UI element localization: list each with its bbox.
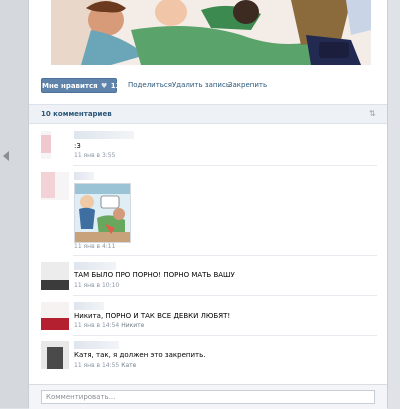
like-count: 13 xyxy=(110,82,121,90)
avatar-shape xyxy=(41,135,51,153)
avatar-shape xyxy=(41,280,69,290)
comic-illustration-icon xyxy=(51,0,371,65)
avatar[interactable] xyxy=(41,131,69,159)
comment-time[interactable]: 11 янв в 14:55 Кате xyxy=(74,362,136,370)
avatar[interactable] xyxy=(41,172,69,200)
comment-time[interactable]: 11 янв в 4:11 xyxy=(74,243,115,251)
comment-timestamp[interactable]: 11 янв в 10:10 xyxy=(74,282,119,289)
comment-item: :3 11 янв в 3:55 xyxy=(41,131,377,166)
divider xyxy=(73,165,377,166)
reply-to-link[interactable]: Никите xyxy=(121,322,144,329)
share-link[interactable]: Поделиться xyxy=(128,78,172,93)
comment-author[interactable] xyxy=(74,172,94,180)
comment-text: ТАМ БЫЛО ПРО ПОРНО! ПОРНО МАТЬ ВАШУ xyxy=(74,271,235,279)
comments-header[interactable]: 10 комментариев ⇅ xyxy=(29,104,387,124)
avatar[interactable] xyxy=(41,341,69,369)
avatar-shape xyxy=(41,302,69,318)
avatar-shape xyxy=(47,347,63,369)
comment-author[interactable] xyxy=(74,302,104,310)
divider xyxy=(73,255,377,256)
comment-timestamp[interactable]: 11 янв в 3:55 xyxy=(74,152,115,159)
like-label: Мне нравится xyxy=(42,82,98,90)
comment-timestamp[interactable]: 11 янв в 4:11 xyxy=(74,243,115,250)
avatar-shape xyxy=(41,172,55,198)
comments-count[interactable]: 10 комментариев xyxy=(41,105,112,123)
avatar[interactable] xyxy=(41,302,69,330)
comment-author[interactable] xyxy=(74,341,119,349)
comment-time[interactable]: 11 янв в 14:54 Никите xyxy=(74,322,144,330)
comment-text: Катя, так, я должен это закрепить. xyxy=(74,351,206,359)
delete-post-link[interactable]: Удалить запись xyxy=(172,78,230,93)
comment-author[interactable] xyxy=(74,131,134,139)
left-gutter xyxy=(0,0,28,408)
comment-time[interactable]: 11 янв в 10:10 xyxy=(74,282,119,290)
avatar[interactable] xyxy=(41,262,69,290)
avatar-shape xyxy=(51,131,69,159)
post-card: Мне нравится ♥ 13 Поделиться Удалить зап… xyxy=(28,0,388,409)
comment-input[interactable] xyxy=(41,390,375,404)
comment-item: Никита, ПОРНО И ТАК ВСЕ ДЕВКИ ЛЮБЯТ! 11 … xyxy=(41,302,377,336)
comment-time[interactable]: 11 янв в 3:55 xyxy=(74,152,115,160)
collapse-icon[interactable]: ⇅ xyxy=(369,110,377,118)
post-actions: Мне нравится ♥ 13 Поделиться Удалить зап… xyxy=(41,78,381,94)
comment-form xyxy=(29,384,387,409)
comment-item: 11 янв в 4:11 xyxy=(41,172,377,256)
comic-thumbnail-icon xyxy=(75,184,130,242)
like-button[interactable]: Мне нравится ♥ 13 xyxy=(41,78,121,93)
reply-to-link[interactable]: Кате xyxy=(121,362,136,369)
comment-item: ТАМ БЫЛО ПРО ПОРНО! ПОРНО МАТЬ ВАШУ 11 я… xyxy=(41,262,377,296)
previous-arrow-icon[interactable] xyxy=(3,151,9,161)
divider xyxy=(73,335,377,336)
comment-timestamp[interactable]: 11 янв в 14:54 xyxy=(74,322,119,329)
avatar-shape xyxy=(41,262,69,280)
comment-timestamp[interactable]: 11 янв в 14:55 xyxy=(74,362,119,369)
comment-text: :3 xyxy=(74,142,81,150)
comment-author[interactable] xyxy=(74,262,116,270)
attached-image[interactable] xyxy=(74,183,131,243)
post-image[interactable] xyxy=(51,0,371,65)
avatar-shape xyxy=(41,318,69,330)
comment-text: Никита, ПОРНО И ТАК ВСЕ ДЕВКИ ЛЮБЯТ! xyxy=(74,312,231,320)
pin-post-link[interactable]: Закрепить xyxy=(228,78,267,93)
divider xyxy=(73,295,377,296)
comment-item: Катя, так, я должен это закрепить. 11 ян… xyxy=(41,341,377,378)
heart-icon: ♥ xyxy=(101,82,108,90)
